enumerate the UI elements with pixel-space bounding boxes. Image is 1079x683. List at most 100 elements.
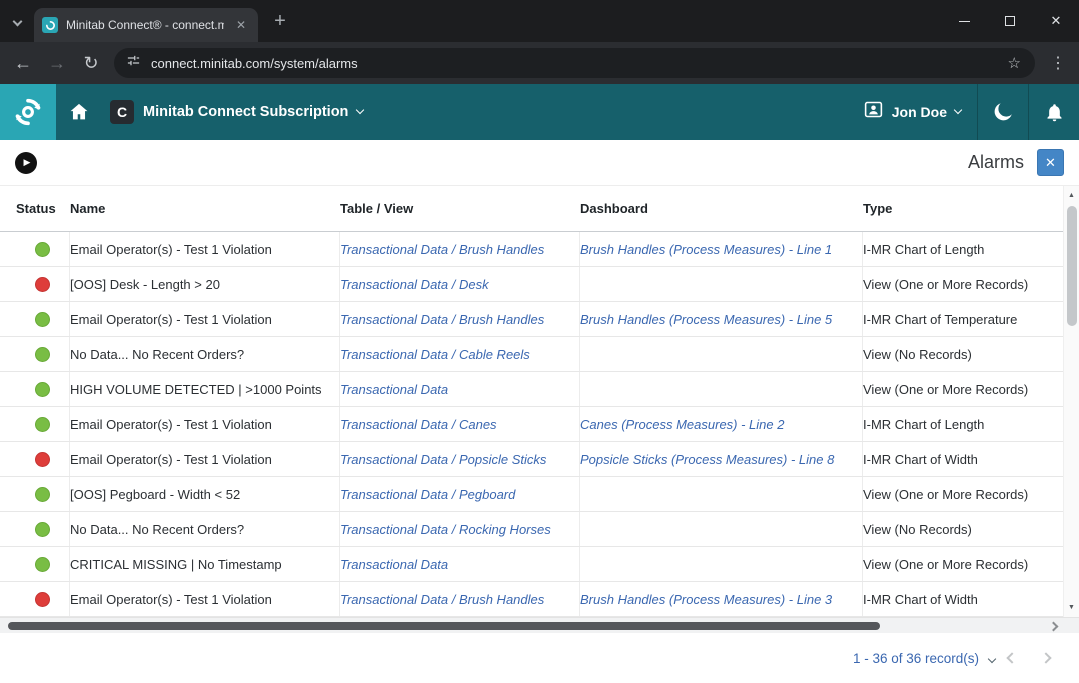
table-row[interactable]: Email Operator(s) - Test 1 ViolationTran…: [0, 302, 1063, 337]
status-red-indicator: [35, 277, 50, 292]
dark-mode-moon-icon[interactable]: [978, 84, 1028, 140]
dashboard-link[interactable]: Brush Handles (Process Measures) - Line …: [580, 582, 863, 616]
table-view-link[interactable]: Transactional Data / Desk: [340, 267, 580, 301]
dashboard-link[interactable]: Brush Handles (Process Measures) - Line …: [580, 232, 863, 266]
status-cell: [16, 337, 70, 371]
pagination-footer: 1 - 36 of 36 record(s): [0, 633, 1079, 683]
dashboard-link: [580, 547, 863, 581]
vertical-scrollbar-thumb[interactable]: [1067, 206, 1077, 326]
scroll-up-icon[interactable]: ▲: [1064, 192, 1079, 199]
table-row[interactable]: No Data... No Recent Orders?Transactiona…: [0, 512, 1063, 547]
table-row[interactable]: [OOS] Pegboard - Width < 52Transactional…: [0, 477, 1063, 512]
table-row[interactable]: [OOS] Desk - Length > 20Transactional Da…: [0, 267, 1063, 302]
horizontal-scrollbar-thumb[interactable]: [8, 622, 880, 630]
dashboard-link[interactable]: Canes (Process Measures) - Line 2: [580, 407, 863, 441]
status-green-indicator: [35, 382, 50, 397]
status-green-indicator: [35, 347, 50, 362]
vertical-scrollbar[interactable]: ▲ ▼: [1063, 186, 1079, 617]
table-view-link[interactable]: Transactional Data / Brush Handles: [340, 302, 580, 336]
table-row[interactable]: Email Operator(s) - Test 1 ViolationTran…: [0, 407, 1063, 442]
status-cell: [16, 582, 70, 616]
url-text[interactable]: connect.minitab.com/system/alarms: [151, 56, 1006, 71]
site-settings-icon[interactable]: [126, 53, 141, 73]
alarm-name-cell: Email Operator(s) - Test 1 Violation: [70, 302, 340, 336]
forward-icon[interactable]: →: [40, 46, 74, 80]
column-header-dashboard[interactable]: Dashboard: [580, 201, 863, 216]
table-view-link[interactable]: Transactional Data: [340, 547, 580, 581]
home-icon[interactable]: [56, 84, 102, 140]
record-count-dropdown[interactable]: 1 - 36 of 36 record(s): [853, 651, 995, 666]
dashboard-link: [580, 477, 863, 511]
close-alarms-button[interactable]: ✕: [1037, 149, 1064, 176]
alarm-name-cell: [OOS] Pegboard - Width < 52: [70, 477, 340, 511]
column-header-table-view[interactable]: Table / View: [340, 201, 580, 216]
table-row[interactable]: Email Operator(s) - Test 1 ViolationTran…: [0, 232, 1063, 267]
alarm-name-cell: Email Operator(s) - Test 1 Violation: [70, 582, 340, 616]
page-title: Alarms: [968, 152, 1024, 173]
table-view-link[interactable]: Transactional Data / Brush Handles: [340, 232, 580, 266]
alarm-type-cell: I-MR Chart of Width: [863, 582, 1063, 616]
alarm-type-cell: I-MR Chart of Temperature: [863, 302, 1063, 336]
alarm-type-cell: View (One or More Records): [863, 477, 1063, 511]
back-icon[interactable]: ←: [6, 46, 40, 80]
dashboard-link: [580, 267, 863, 301]
table-row[interactable]: HIGH VOLUME DETECTED | >1000 PointsTrans…: [0, 372, 1063, 407]
dashboard-link[interactable]: Brush Handles (Process Measures) - Line …: [580, 302, 863, 336]
browser-menu-icon[interactable]: ⋮: [1043, 46, 1073, 80]
status-cell: [16, 232, 70, 266]
reload-icon[interactable]: ↻: [74, 46, 108, 80]
status-green-indicator: [35, 487, 50, 502]
app-header: C Minitab Connect Subscription Jon Doe: [0, 84, 1079, 140]
table-view-link[interactable]: Transactional Data / Canes: [340, 407, 580, 441]
window-minimize-icon[interactable]: [941, 0, 987, 42]
table-view-link[interactable]: Transactional Data / Cable Reels: [340, 337, 580, 371]
connect-subscription-icon: C: [110, 100, 134, 124]
table-row[interactable]: Email Operator(s) - Test 1 ViolationTran…: [0, 582, 1063, 617]
alarm-type-cell: View (One or More Records): [863, 267, 1063, 301]
new-tab-button[interactable]: +: [264, 5, 296, 37]
tab-close-icon[interactable]: ✕: [232, 16, 250, 34]
pagination-prev-icon[interactable]: [995, 641, 1029, 675]
column-header-name[interactable]: Name: [70, 201, 340, 216]
scroll-down-icon[interactable]: ▼: [1064, 604, 1079, 611]
browser-tab[interactable]: Minitab Connect® - connect.mi... ✕: [34, 8, 258, 42]
user-menu[interactable]: Jon Doe: [847, 84, 977, 140]
alarm-type-cell: I-MR Chart of Width: [863, 442, 1063, 476]
window-close-icon[interactable]: ✕: [1033, 0, 1079, 42]
chevron-down-icon: [356, 106, 364, 114]
status-cell: [16, 512, 70, 546]
bookmark-star-icon[interactable]: ☆: [1006, 54, 1023, 72]
table-row[interactable]: CRITICAL MISSING | No TimestampTransacti…: [0, 547, 1063, 582]
status-green-indicator: [35, 557, 50, 572]
alarm-name-cell: Email Operator(s) - Test 1 Violation: [70, 442, 340, 476]
status-cell: [16, 372, 70, 406]
scroll-right-icon[interactable]: [1049, 622, 1059, 632]
notifications-bell-icon[interactable]: [1029, 84, 1079, 140]
table-row[interactable]: No Data... No Recent Orders?Transactiona…: [0, 337, 1063, 372]
pagination-next-icon[interactable]: [1029, 641, 1063, 675]
window-maximize-icon[interactable]: [987, 0, 1033, 42]
address-bar[interactable]: connect.minitab.com/system/alarms ☆: [114, 48, 1035, 78]
alarm-name-cell: No Data... No Recent Orders?: [70, 512, 340, 546]
browser-titlebar: Minitab Connect® - connect.mi... ✕ + ✕: [0, 0, 1079, 42]
table-view-link[interactable]: Transactional Data / Rocking Horses: [340, 512, 580, 546]
chevron-down-icon: [954, 106, 962, 114]
alarm-type-cell: View (No Records): [863, 337, 1063, 371]
table-view-link[interactable]: Transactional Data / Brush Handles: [340, 582, 580, 616]
column-header-status[interactable]: Status: [16, 201, 70, 216]
play-icon[interactable]: ▶: [15, 152, 37, 174]
record-count-text: 1 - 36 of 36 record(s): [853, 651, 979, 666]
table-view-link[interactable]: Transactional Data / Pegboard: [340, 477, 580, 511]
table-view-link[interactable]: Transactional Data / Popsicle Sticks: [340, 442, 580, 476]
status-green-indicator: [35, 417, 50, 432]
tab-search-icon[interactable]: [0, 0, 34, 42]
table-row[interactable]: Email Operator(s) - Test 1 ViolationTran…: [0, 442, 1063, 477]
minitab-connect-logo-icon[interactable]: [0, 84, 56, 140]
horizontal-scrollbar[interactable]: [0, 617, 1079, 633]
dashboard-link[interactable]: Popsicle Sticks (Process Measures) - Lin…: [580, 442, 863, 476]
table-view-link[interactable]: Transactional Data: [340, 372, 580, 406]
subscription-selector[interactable]: C Minitab Connect Subscription: [110, 100, 363, 124]
status-red-indicator: [35, 592, 50, 607]
column-header-type[interactable]: Type: [863, 201, 1063, 216]
alarm-type-cell: View (One or More Records): [863, 372, 1063, 406]
